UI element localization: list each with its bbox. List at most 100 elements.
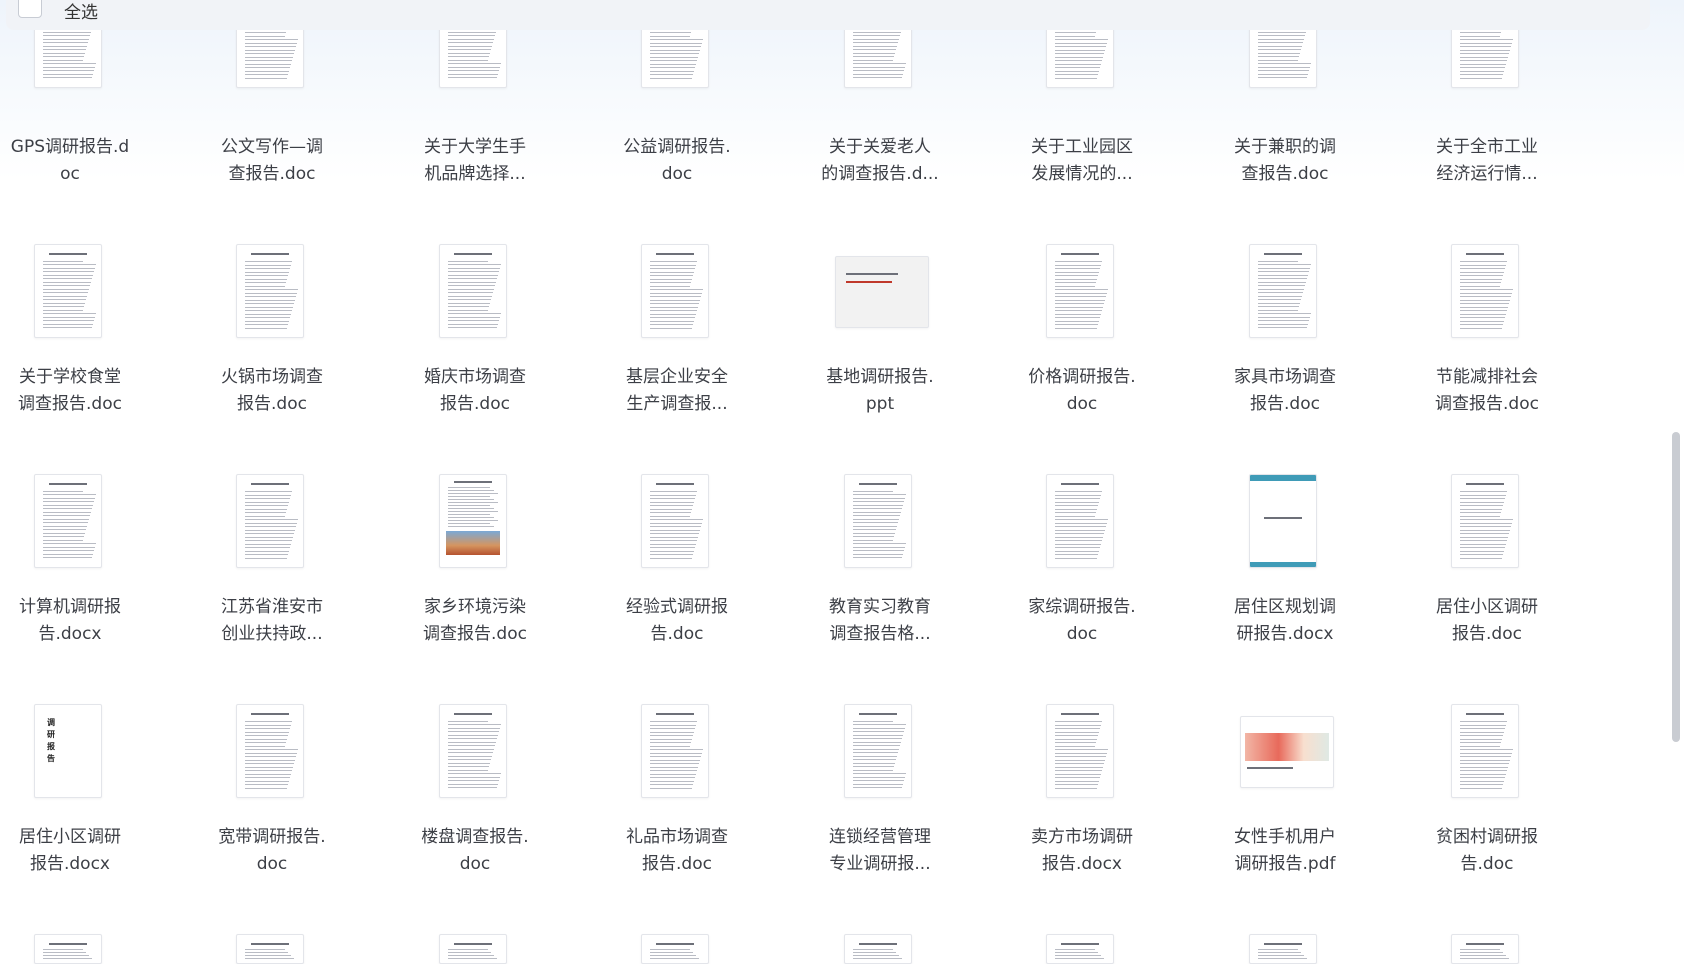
file-thumbnail[interactable]: [1451, 474, 1519, 568]
thumbnail-text-line: [448, 306, 489, 307]
file-thumbnail[interactable]: [1046, 474, 1114, 568]
file-item[interactable]: 楼盘调查报告. doc: [375, 0, 575, 874]
thumbnail-text-line: [1055, 516, 1095, 517]
thumbnail-text-line: [1055, 300, 1105, 301]
file-thumbnail[interactable]: [844, 474, 912, 568]
scrollbar-thumb[interactable]: [1672, 432, 1680, 742]
file-item[interactable]: 宽带调研报告. doc: [172, 0, 372, 874]
file-name[interactable]: 家综调研报告. doc: [982, 594, 1182, 648]
thumbnail-text-line: [245, 505, 288, 506]
file-thumbnail-partial[interactable]: [641, 934, 709, 964]
file-thumbnail[interactable]: [844, 704, 912, 798]
file-item[interactable]: 连锁经营管理 专业调研报...: [780, 0, 980, 874]
thumbnail-text-line: [1460, 261, 1507, 262]
file-thumbnail[interactable]: [1451, 244, 1519, 338]
file-thumbnail[interactable]: [439, 244, 507, 338]
file-name[interactable]: 关于学校食堂 调查报告.doc: [0, 364, 170, 418]
file-thumbnail[interactable]: [236, 474, 304, 568]
thumbnail-title-line: [454, 253, 492, 255]
file-name[interactable]: 卖方市场调研 报告.docx: [982, 824, 1182, 878]
file-name[interactable]: 经验式调研报 告.doc: [577, 594, 777, 648]
file-name[interactable]: 宽带调研报告. doc: [172, 824, 372, 878]
file-thumbnail[interactable]: [236, 704, 304, 798]
thumbnail-text-line: [853, 491, 893, 492]
file-name[interactable]: 基层企业安全 生产调查报...: [577, 364, 777, 418]
thumbnail-text-line: [43, 324, 93, 325]
thumbnail-text-line: [1055, 781, 1099, 782]
file-name[interactable]: 家具市场调查 报告.doc: [1185, 364, 1385, 418]
file-item[interactable]: 礼品市场调查 报告.doc: [577, 0, 777, 874]
file-item[interactable]: 贫困村调研报 告.doc: [1387, 0, 1587, 874]
file-thumbnail[interactable]: [439, 474, 507, 568]
file-name[interactable]: 贫困村调研报 告.doc: [1387, 824, 1587, 878]
file-thumbnail[interactable]: 调研报告: [34, 704, 102, 798]
thumbnail-title-line: [859, 483, 897, 485]
thumbnail-text-line: [1055, 303, 1104, 304]
file-item[interactable]: 调研报告 居住小区调研 报告.docx: [0, 0, 170, 874]
file-name-line: 婚庆市场调查: [424, 367, 526, 387]
file-item[interactable]: 卖方市场调研 报告.docx: [982, 0, 1182, 874]
file-thumbnail[interactable]: [1451, 704, 1519, 798]
thumbnail-text-line: [448, 724, 501, 725]
file-thumbnail[interactable]: [641, 244, 709, 338]
file-item[interactable]: 女性手机用户 调研报告.pdf: [1185, 0, 1385, 874]
file-name[interactable]: 江苏省淮安市 创业扶持政...: [172, 594, 372, 648]
thumbnail-text-line: [853, 519, 899, 520]
file-thumbnail[interactable]: [1240, 716, 1334, 788]
file-thumbnail-partial[interactable]: [1451, 934, 1519, 964]
thumbnail-text-line: [245, 756, 296, 757]
thumbnail-text-line: [1460, 952, 1503, 953]
thumbnail-text-line: [43, 306, 84, 307]
file-name[interactable]: 价格调研报告. doc: [982, 364, 1182, 418]
thumbnail-text-line: [1460, 958, 1509, 959]
file-name[interactable]: 婚庆市场调查 报告.doc: [375, 364, 575, 418]
file-name[interactable]: 楼盘调查报告. doc: [375, 824, 575, 878]
file-thumbnail[interactable]: [34, 474, 102, 568]
file-name[interactable]: 女性手机用户 调研报告.pdf: [1185, 824, 1385, 878]
file-name[interactable]: 居住小区调研 报告.docx: [0, 824, 170, 878]
file-name[interactable]: 居住区规划调 研报告.docx: [1185, 594, 1385, 648]
file-thumbnail[interactable]: [641, 474, 709, 568]
select-all-label[interactable]: 全选: [64, 0, 98, 23]
file-thumbnail-partial[interactable]: [236, 934, 304, 964]
thumbnail-text-line: [1055, 526, 1106, 527]
file-thumbnail[interactable]: [34, 244, 102, 338]
file-thumbnail[interactable]: [1046, 244, 1114, 338]
file-name[interactable]: 连锁经营管理 专业调研报...: [780, 824, 980, 878]
thumbnail-title-line: [1264, 943, 1302, 945]
thumbnail-text-line: [1460, 544, 1506, 545]
file-thumbnail[interactable]: [1249, 474, 1317, 568]
file-thumbnail-partial[interactable]: [1249, 934, 1317, 964]
file-thumbnail[interactable]: [641, 704, 709, 798]
file-thumbnail[interactable]: [439, 704, 507, 798]
thumbnail-text-line: [1460, 324, 1503, 325]
file-thumbnail-partial[interactable]: [1046, 934, 1114, 964]
file-thumbnail[interactable]: [1046, 704, 1114, 798]
file-name[interactable]: 火锅市场调查 报告.doc: [172, 364, 372, 418]
file-thumbnail[interactable]: [1249, 244, 1317, 338]
thumbnail-text-line: [245, 774, 291, 775]
file-thumbnail-partial[interactable]: [844, 934, 912, 964]
file-name[interactable]: 礼品市场调查 报告.doc: [577, 824, 777, 878]
file-name[interactable]: 家乡环境污染 调查报告.doc: [375, 594, 575, 648]
file-thumbnail-partial[interactable]: [439, 934, 507, 964]
file-name[interactable]: 居住小区调研 报告.doc: [1387, 594, 1587, 648]
thumbnail-text-line: [650, 784, 693, 785]
thumbnail-title-line: [1061, 483, 1099, 485]
select-all-checkbox[interactable]: [18, 0, 42, 18]
thumbnail-text-line: [1460, 781, 1504, 782]
thumbnail-text-line: [650, 781, 694, 782]
file-name-line: 江苏省淮安市: [221, 597, 323, 617]
file-name[interactable]: 基地调研报告. ppt: [780, 364, 980, 418]
thumbnail-text-line: [245, 526, 296, 527]
file-thumbnail-partial[interactable]: [34, 934, 102, 964]
file-name[interactable]: 计算机调研报 告.docx: [0, 594, 170, 648]
file-name[interactable]: 节能减排社会 调查报告.doc: [1387, 364, 1587, 418]
file-thumbnail[interactable]: [236, 244, 304, 338]
thumbnail-text-line: [43, 958, 92, 959]
file-thumbnail[interactable]: [835, 256, 929, 328]
thumbnail-text-line: [1258, 952, 1301, 953]
file-name[interactable]: 教育实习教育 调查报告格...: [780, 594, 980, 648]
thumbnail-title-line: [859, 713, 897, 715]
thumbnail-text-line: [245, 516, 285, 517]
